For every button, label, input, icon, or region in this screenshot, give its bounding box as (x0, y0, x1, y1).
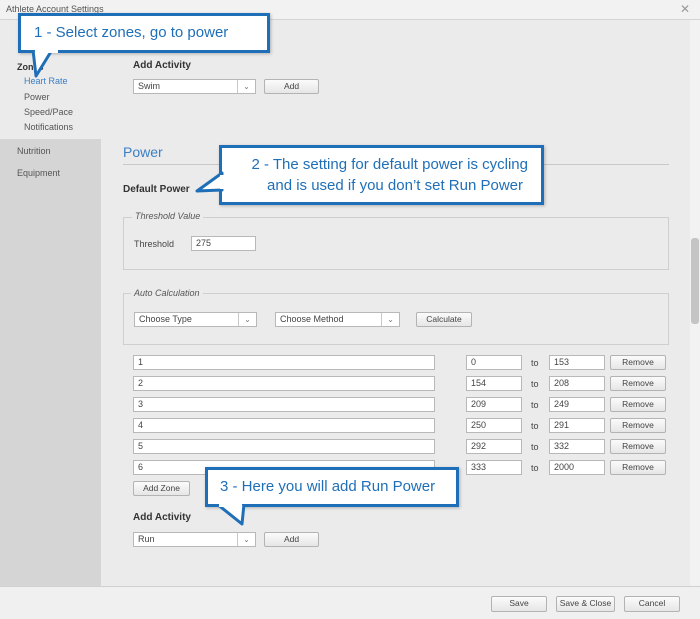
choose-method-value: Choose Method (280, 314, 344, 324)
remove-zone-button[interactable]: Remove (610, 460, 666, 475)
choose-method-select[interactable]: Choose Method ⌄ (275, 312, 400, 327)
zone-to-input[interactable]: 249 (549, 397, 605, 412)
zone-to-input[interactable]: 208 (549, 376, 605, 391)
to-label: to (531, 379, 539, 389)
callout-add-run-power: 3 - Here you will add Run Power (205, 467, 459, 507)
choose-type-value: Choose Type (139, 314, 192, 324)
activity-select-value: Swim (138, 81, 160, 91)
zone-to-input[interactable]: 332 (549, 439, 605, 454)
calculate-button[interactable]: Calculate (416, 312, 472, 327)
callout-pointer-icon (195, 171, 224, 193)
sidebar: Zones Heart Rate Power Speed/Pace Notifi… (0, 20, 101, 586)
zone-name-input[interactable]: 1 (133, 355, 435, 370)
close-icon[interactable]: ✕ (680, 2, 690, 16)
to-label: to (531, 442, 539, 452)
add-activity-button[interactable]: Add (264, 79, 319, 94)
threshold-input[interactable]: 275 (191, 236, 256, 251)
threshold-label: Threshold (134, 239, 175, 249)
callout-text-line1: 2 - The setting for default power is cyc… (251, 156, 528, 173)
auto-calculation-legend: Auto Calculation (131, 288, 203, 298)
sidebar-item-speed-pace[interactable]: Speed/Pace (24, 107, 73, 117)
callout-select-zones: 1 - Select zones, go to power (18, 13, 270, 53)
zone-from-input[interactable]: 292 (466, 439, 522, 454)
activity-select-run[interactable]: Run ⌄ (133, 532, 256, 547)
sidebar-item-notifications[interactable]: Notifications (24, 122, 73, 132)
choose-type-select[interactable]: Choose Type ⌄ (134, 312, 257, 327)
to-label: to (531, 463, 539, 473)
scrollbar[interactable] (690, 20, 700, 586)
threshold-legend: Threshold Value (132, 211, 204, 221)
zone-from-input[interactable]: 0 (466, 355, 522, 370)
callout-text-line2: and is used if you don’t set Run Power (267, 177, 523, 194)
remove-zone-button[interactable]: Remove (610, 397, 666, 412)
activity-select-swim[interactable]: Swim ⌄ (133, 79, 256, 94)
add-zone-button[interactable]: Add Zone (133, 481, 190, 496)
callout-pointer-icon (31, 50, 62, 78)
cancel-button[interactable]: Cancel (624, 596, 680, 612)
callout-text: 1 - Select zones, go to power (34, 24, 229, 41)
sidebar-item-equipment[interactable]: Equipment (17, 168, 60, 178)
power-heading: Power (123, 144, 163, 160)
sidebar-item-power[interactable]: Power (24, 92, 50, 102)
activity-select-value: Run (138, 534, 155, 544)
zone-to-input[interactable]: 153 (549, 355, 605, 370)
zone-name-input[interactable]: 2 (133, 376, 435, 391)
add-activity-button[interactable]: Add (264, 532, 319, 547)
zone-to-input[interactable]: 2000 (549, 460, 605, 475)
save-close-button[interactable]: Save & Close (556, 596, 615, 612)
to-label: to (531, 400, 539, 410)
zone-name-input[interactable]: 5 (133, 439, 435, 454)
sidebar-item-nutrition[interactable]: Nutrition (17, 146, 51, 156)
callout-pointer-icon (215, 504, 246, 526)
remove-zone-button[interactable]: Remove (610, 376, 666, 391)
zone-name-input[interactable]: 3 (133, 397, 435, 412)
chevron-down-icon: ⌄ (237, 533, 255, 546)
scrollbar-thumb[interactable] (691, 238, 699, 324)
add-activity-heading: Add Activity (133, 512, 191, 523)
callout-default-power: 2 - The setting for default power is cyc… (219, 145, 544, 205)
chevron-down-icon: ⌄ (237, 80, 255, 93)
to-label: to (531, 358, 539, 368)
save-button[interactable]: Save (491, 596, 547, 612)
zone-from-input[interactable]: 209 (466, 397, 522, 412)
zone-to-input[interactable]: 291 (549, 418, 605, 433)
remove-zone-button[interactable]: Remove (610, 418, 666, 433)
remove-zone-button[interactable]: Remove (610, 439, 666, 454)
zone-from-input[interactable]: 250 (466, 418, 522, 433)
zone-from-input[interactable]: 154 (466, 376, 522, 391)
chevron-down-icon: ⌄ (238, 313, 256, 326)
to-label: to (531, 421, 539, 431)
chevron-down-icon: ⌄ (381, 313, 399, 326)
callout-text: 3 - Here you will add Run Power (220, 478, 436, 495)
default-power-label: Default Power (123, 184, 190, 195)
zone-from-input[interactable]: 333 (466, 460, 522, 475)
zone-name-input[interactable]: 4 (133, 418, 435, 433)
remove-zone-button[interactable]: Remove (610, 355, 666, 370)
add-activity-heading: Add Activity (133, 60, 191, 71)
